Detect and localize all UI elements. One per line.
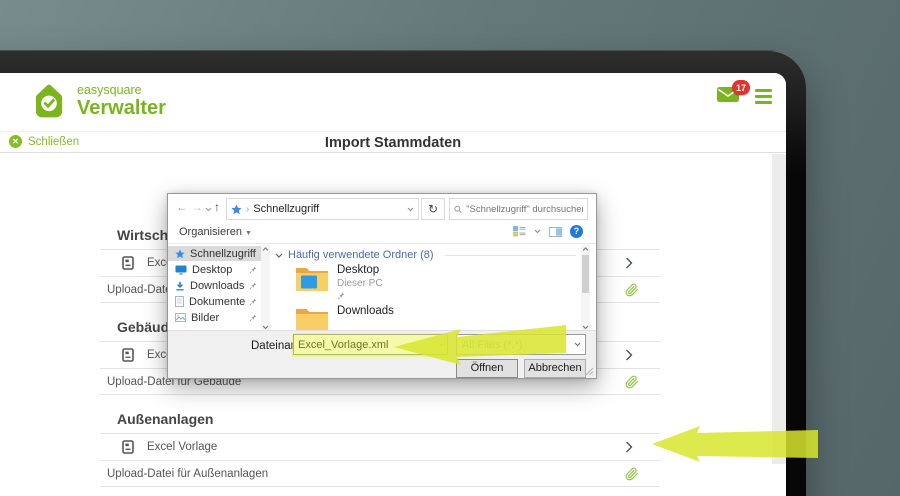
collapse-chevron-icon — [275, 253, 283, 258]
quick-access-star-icon — [231, 204, 242, 215]
folder-item-desktop[interactable]: Desktop Dieser PC — [295, 264, 383, 303]
resize-grip[interactable] — [585, 367, 594, 376]
chevron-right-icon — [625, 349, 633, 361]
filetype-value: All Files (*.*) — [457, 339, 574, 351]
organize-menu-button[interactable]: Organisieren ▼ — [179, 226, 252, 238]
folder-desktop-icon — [295, 264, 329, 293]
app-header: easysquare Verwalter 17 — [0, 73, 786, 131]
close-icon: ✕ — [9, 135, 22, 148]
address-bar[interactable]: › Schnellzugriff — [226, 198, 419, 220]
paperclip-icon[interactable] — [625, 375, 639, 389]
scrollbar-thumb[interactable] — [582, 255, 589, 293]
sidebar-item-desktop[interactable]: Desktop — [168, 262, 261, 277]
sidebar-scrollbar[interactable] — [261, 245, 270, 332]
filetype-dropdown-icon[interactable] — [574, 342, 581, 347]
back-icon[interactable]: ← — [176, 200, 188, 214]
subheader-bar: ✕ Schließen Import Stammdaten — [0, 131, 786, 153]
forward-icon[interactable]: → — [191, 200, 203, 214]
pin-icon — [249, 314, 257, 322]
file-open-dialog: ← → ↑ › Schnellzugriff ↻ — [167, 193, 597, 379]
excel-template-row[interactable]: Excel Vorlage — [100, 433, 660, 460]
section-title: Außenanlagen — [100, 411, 660, 433]
documents-icon — [175, 296, 184, 307]
breadcrumb-location: Schnellzugriff — [253, 203, 403, 215]
quick-access-star-icon — [175, 249, 185, 259]
sidebar-item-dokumente[interactable]: Dokumente — [168, 294, 261, 309]
mail-button[interactable]: 17 — [717, 87, 739, 107]
refresh-button[interactable]: ↻ — [421, 198, 445, 220]
upload-file-row[interactable]: Upload-Datei für Außenanlagen — [100, 460, 660, 487]
document-icon — [122, 440, 134, 454]
file-list-scrollbar[interactable] — [581, 245, 590, 332]
folder-group-header[interactable]: Häufig verwendete Ordner (8) — [275, 249, 576, 261]
product-name: Verwalter — [77, 98, 166, 118]
preview-pane-icon[interactable] — [549, 227, 562, 237]
brand-name: easysquare — [77, 84, 166, 97]
document-icon — [122, 256, 134, 270]
filename-dropdown-icon[interactable] — [440, 342, 443, 347]
paperclip-icon[interactable] — [625, 467, 639, 481]
pictures-icon — [175, 313, 186, 322]
monitor-bezel: easysquare Verwalter 17 — [0, 50, 806, 496]
page-title: Import Stammdaten — [325, 135, 461, 151]
cancel-button[interactable]: Abbrechen — [524, 359, 586, 378]
brand-logo: easysquare Verwalter — [30, 82, 166, 120]
sidebar-item-schnellzugriff[interactable]: Schnellzugriff — [168, 246, 261, 261]
close-label: Schließen — [28, 136, 79, 148]
filetype-combobox[interactable]: All Files (*.*) — [456, 334, 586, 355]
up-icon[interactable]: ↑ — [214, 200, 220, 214]
mail-badge: 17 — [732, 80, 750, 95]
address-dropdown-icon[interactable] — [407, 207, 414, 212]
view-dropdown-icon[interactable] — [534, 229, 541, 234]
row-label: Upload-Datei für Außenanlagen — [107, 468, 268, 480]
scroll-up-icon[interactable] — [582, 247, 589, 252]
help-icon[interactable]: ? — [570, 225, 583, 238]
filename-input[interactable] — [294, 339, 440, 351]
chevron-right-icon — [625, 441, 633, 453]
section-aussenanlagen: Außenanlagen Excel Vorlage — [100, 411, 660, 487]
sidebar-item-downloads[interactable]: Downloads — [168, 278, 261, 293]
close-button[interactable]: ✕ Schließen — [9, 135, 79, 148]
page-scrollbar-track[interactable] — [772, 154, 786, 464]
sidebar-item-bilder[interactable]: Bilder — [168, 310, 261, 325]
pin-icon — [249, 298, 257, 306]
pin-icon — [337, 292, 345, 300]
paperclip-icon[interactable] — [625, 283, 639, 297]
search-icon — [454, 205, 462, 214]
pin-icon — [249, 266, 257, 274]
desktop-icon — [175, 265, 187, 275]
breadcrumb-separator: › — [246, 204, 249, 215]
search-box[interactable] — [449, 198, 588, 220]
search-input[interactable] — [466, 204, 583, 215]
desktop-background: easysquare Verwalter 17 — [0, 0, 900, 496]
app-window: easysquare Verwalter 17 — [0, 73, 786, 496]
menu-button[interactable] — [755, 89, 772, 107]
chevron-right-icon — [625, 257, 633, 269]
filename-combobox[interactable] — [293, 334, 448, 355]
dialog-file-list: Häufig verwendete Ordner (8) Desktop Die… — [275, 245, 576, 332]
history-chevron-icon[interactable] — [205, 207, 212, 212]
document-icon — [122, 348, 134, 362]
download-icon — [175, 281, 185, 291]
view-details-icon[interactable] — [513, 226, 526, 237]
house-check-icon — [30, 82, 68, 120]
dialog-sidebar: Schnellzugriff Desktop — [168, 245, 268, 332]
open-button[interactable]: Öffnen — [456, 359, 518, 378]
row-label: Excel Vorlage — [147, 441, 217, 453]
scroll-up-icon[interactable] — [262, 247, 269, 252]
pin-icon — [249, 282, 257, 290]
